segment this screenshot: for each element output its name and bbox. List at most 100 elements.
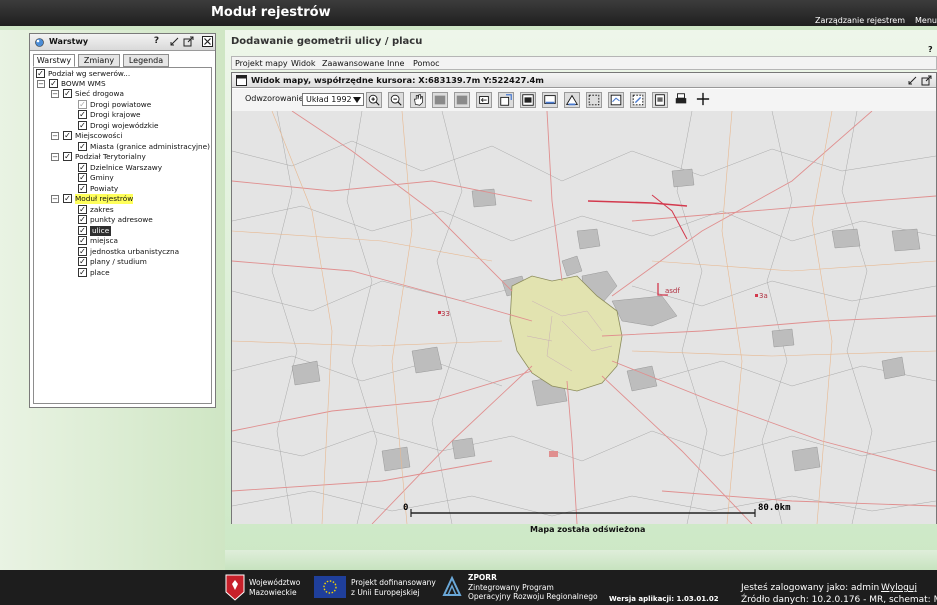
page-title: Dodawanie geometrii ulicy / placu xyxy=(231,36,423,47)
layer-checkbox[interactable]: ✓ xyxy=(78,110,87,119)
collapse-toggle[interactable]: − xyxy=(51,90,59,98)
map-svg[interactable]: 33 asdf 3a 0 80.0km xyxy=(232,111,936,524)
menu-pomoc[interactable]: Pomoc xyxy=(413,59,440,68)
expand-icon[interactable] xyxy=(183,36,194,47)
menu-zaawansowane[interactable]: Zaawansowane xyxy=(322,59,384,68)
collapse-toggle[interactable]: − xyxy=(37,80,45,88)
crosshair-icon xyxy=(696,92,710,106)
window-icon xyxy=(236,75,247,86)
help-icon[interactable]: ? xyxy=(151,36,162,47)
next-extent-icon xyxy=(479,96,489,104)
previous-extent-button[interactable] xyxy=(454,92,470,108)
footer-voivodeship-line1: Województwo xyxy=(249,578,301,587)
tree-subgroup-label: Miejscowości xyxy=(75,131,123,140)
layer-checkbox[interactable]: ✓ xyxy=(78,257,87,266)
pan-button[interactable] xyxy=(410,92,426,108)
layer-checkbox[interactable]: ✓ xyxy=(78,205,87,214)
chevron-down-icon xyxy=(353,97,361,103)
edit-icon xyxy=(632,94,644,106)
print-button[interactable] xyxy=(674,92,690,108)
layer-checkbox[interactable]: ✓ xyxy=(63,194,72,203)
tab-zmiany[interactable]: Zmiany xyxy=(78,54,120,67)
layer-checkbox[interactable]: ✓ xyxy=(78,163,87,172)
layer-label: Drogi wojewódzkie xyxy=(90,121,159,130)
select-box-button[interactable] xyxy=(608,92,624,108)
layer-checkbox[interactable]: ✓ xyxy=(36,69,45,78)
layer-checkbox[interactable]: ✓ xyxy=(78,226,87,235)
menu-inne[interactable]: Inne xyxy=(387,59,404,68)
layer-checkbox[interactable]: ✓ xyxy=(63,131,72,140)
layer-checkbox[interactable]: ✓ xyxy=(78,121,87,130)
menu-widok[interactable]: Widok xyxy=(291,59,316,68)
map-label: asdf xyxy=(665,287,680,295)
zoom-out-button[interactable] xyxy=(388,92,404,108)
footer-zporr-line3: Operacyjny Rozwoju Regionalnego xyxy=(468,592,598,601)
layer-checkbox[interactable]: ✓ xyxy=(78,184,87,193)
collapse-toggle[interactable]: − xyxy=(51,132,59,140)
zoom-in-icon xyxy=(368,94,380,106)
help-icon[interactable]: ? xyxy=(928,45,933,54)
scale-start-label: 0 xyxy=(403,503,408,513)
layer-checkbox[interactable]: ✓ xyxy=(49,79,58,88)
bottom-strip xyxy=(225,550,937,570)
point-marker[interactable] xyxy=(549,451,558,457)
measure-icon xyxy=(544,95,556,104)
collapse-toggle[interactable]: − xyxy=(51,153,59,161)
scale-end-label: 80.0km xyxy=(758,503,791,513)
layer-label: miejsca xyxy=(90,236,118,245)
zoom-out-icon xyxy=(390,94,402,106)
footer-eu-line2: z Unii Europejskiej xyxy=(351,588,420,597)
zporr-logo-icon xyxy=(442,575,462,596)
eu-flag-icon xyxy=(314,576,346,598)
info-button[interactable] xyxy=(520,92,536,108)
map-label: 3a xyxy=(759,292,768,300)
layer-checkbox[interactable]: ✓ xyxy=(78,247,87,256)
tree-subgroup-label: Sieć drogowa xyxy=(75,89,124,98)
layer-checkbox[interactable]: ✓ xyxy=(78,100,87,109)
layer-label: plany / studium xyxy=(90,257,147,266)
layer-checkbox[interactable]: ✓ xyxy=(78,215,87,224)
menu-main[interactable]: Menu xyxy=(915,16,937,25)
tree-subgroup-label: Podział Terytorialny xyxy=(75,152,146,161)
collapse-icon[interactable] xyxy=(169,36,180,47)
export-icon xyxy=(655,94,665,106)
map-canvas[interactable]: 33 asdf 3a 0 80.0km xyxy=(232,111,936,524)
app-title: Moduł rejestrów xyxy=(211,5,331,20)
layer-label: Miasta (granice administracyjne) xyxy=(90,142,211,151)
layer-label-selected[interactable]: ulice xyxy=(90,226,112,236)
layer-label: punkty adresowe xyxy=(90,215,153,224)
layer-checkbox[interactable]: ✓ xyxy=(63,152,72,161)
data-source: Źródło danych: 10.2.0.176 - MR, schemat:… xyxy=(741,595,937,605)
layer-checkbox[interactable]: ✓ xyxy=(63,89,72,98)
logout-link[interactable]: Wyloguj xyxy=(881,583,917,593)
app-version: Wersja aplikacji: 1.03.01.02 xyxy=(609,595,719,603)
layer-checkbox[interactable]: ✓ xyxy=(78,142,87,151)
projection-select[interactable]: Układ 1992 xyxy=(302,93,364,106)
info-icon xyxy=(522,94,534,106)
collapse-icon[interactable] xyxy=(907,75,918,86)
menu-projekt-mapy[interactable]: Projekt mapy xyxy=(235,59,288,68)
tab-warstwy[interactable]: Warstwy xyxy=(33,54,75,67)
export-button[interactable] xyxy=(652,92,668,108)
expand-icon[interactable] xyxy=(921,75,932,86)
extent-button[interactable] xyxy=(432,92,448,108)
tab-legenda[interactable]: Legenda xyxy=(123,54,169,67)
layer-checkbox[interactable]: ✓ xyxy=(78,173,87,182)
close-icon[interactable] xyxy=(202,36,213,47)
collapse-toggle[interactable]: − xyxy=(51,195,59,203)
crosshair-button[interactable] xyxy=(696,92,712,108)
area-button[interactable] xyxy=(564,92,580,108)
map-label: 33 xyxy=(441,310,450,318)
zoom-in-button[interactable] xyxy=(366,92,382,108)
layer-checkbox[interactable]: ✓ xyxy=(78,268,87,277)
refresh-button[interactable] xyxy=(498,92,514,108)
menu-manage-register[interactable]: Zarządzanie rejestrem xyxy=(815,16,905,25)
next-extent-button[interactable] xyxy=(476,92,492,108)
edit-button[interactable] xyxy=(630,92,646,108)
measure-button[interactable] xyxy=(542,92,558,108)
point-marker[interactable] xyxy=(755,294,758,297)
layer-checkbox[interactable]: ✓ xyxy=(78,236,87,245)
select-button[interactable] xyxy=(586,92,602,108)
map-status: Mapa została odświeżona xyxy=(530,525,646,534)
app-header: Moduł rejestrów Zarządzanie rejestrem Me… xyxy=(0,0,937,26)
